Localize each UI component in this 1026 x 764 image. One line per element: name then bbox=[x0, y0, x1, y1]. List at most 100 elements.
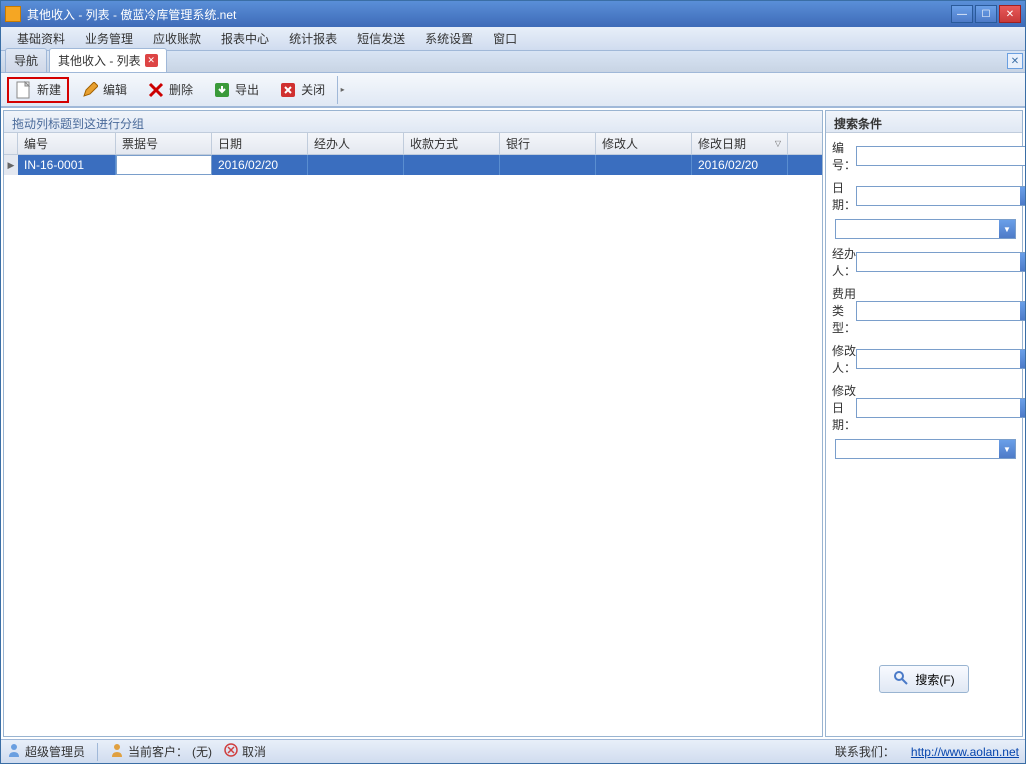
new-button[interactable]: 新建 bbox=[7, 77, 69, 103]
magnifier-icon bbox=[893, 670, 909, 689]
document-tabs: 导航 其他收入 - 列表 ✕ ✕ bbox=[1, 51, 1025, 73]
pencil-icon bbox=[81, 81, 99, 99]
export-icon bbox=[213, 81, 231, 99]
cell-date[interactable]: 2016/02/20 bbox=[212, 155, 308, 175]
maximize-button[interactable]: ☐ bbox=[975, 5, 997, 23]
cell-handler[interactable] bbox=[308, 155, 404, 175]
dropdown-icon[interactable]: ▼ bbox=[1020, 302, 1025, 320]
date-to-input[interactable] bbox=[836, 220, 999, 238]
close-label: 关闭 bbox=[301, 81, 325, 98]
dropdown-icon[interactable]: ▼ bbox=[1020, 253, 1025, 271]
close-tab-button[interactable]: 关闭 bbox=[271, 77, 333, 103]
grid-body[interactable]: ▶ IN-16-0001 2016/02/20 2016/02/20 bbox=[4, 155, 822, 736]
search-panel: 搜索条件 编号： 日期： ▼ ▼ 经办人： ▼ bbox=[825, 110, 1023, 737]
close-red-icon bbox=[279, 81, 297, 99]
dropdown-icon[interactable]: ▼ bbox=[999, 440, 1015, 458]
handler-input[interactable] bbox=[857, 253, 1020, 271]
search-moddate-from[interactable]: ▼ bbox=[856, 398, 1025, 418]
tab-navigation[interactable]: 导航 bbox=[5, 48, 47, 72]
delete-button[interactable]: 删除 bbox=[139, 77, 201, 103]
client-label: 当前客户： bbox=[128, 743, 188, 760]
moddate-to-input[interactable] bbox=[836, 440, 999, 458]
menu-stat-report[interactable]: 统计报表 bbox=[279, 27, 347, 50]
menu-basic-data[interactable]: 基础资料 bbox=[7, 27, 75, 50]
search-date-from[interactable]: ▼ bbox=[856, 186, 1025, 206]
col-modifier[interactable]: 修改人 bbox=[596, 133, 692, 154]
group-by-hint[interactable]: 拖动列标题到这进行分组 bbox=[4, 111, 822, 133]
cancel-icon bbox=[224, 743, 238, 760]
app-window: 其他收入 - 列表 - 傲蓝冷库管理系统.net — ☐ ✕ 基础资料 业务管理… bbox=[0, 0, 1026, 764]
col-billno[interactable]: 票据号 bbox=[116, 133, 212, 154]
cell-id[interactable]: IN-16-0001 bbox=[18, 155, 116, 175]
col-paymethod[interactable]: 收款方式 bbox=[404, 133, 500, 154]
row-indicator: ▶ bbox=[4, 155, 18, 175]
dropdown-icon[interactable]: ▼ bbox=[1020, 187, 1025, 205]
col-date[interactable]: 日期 bbox=[212, 133, 308, 154]
contact-link[interactable]: http://www.aolan.net bbox=[911, 745, 1019, 759]
menu-sms[interactable]: 短信发送 bbox=[347, 27, 415, 50]
client-icon bbox=[110, 743, 124, 760]
search-handler-combo[interactable]: ▼ bbox=[856, 252, 1025, 272]
label-search-date: 日期： bbox=[832, 179, 856, 213]
window-controls: — ☐ ✕ bbox=[951, 5, 1021, 23]
label-search-modifier: 修改人： bbox=[832, 342, 856, 376]
cell-moddate[interactable]: 2016/02/20 bbox=[692, 155, 788, 175]
cell-billno[interactable] bbox=[116, 155, 212, 175]
data-grid: 拖动列标题到这进行分组 编号 票据号 日期 经办人 收款方式 银行 修改人 修改… bbox=[3, 110, 823, 737]
dropdown-icon[interactable]: ▼ bbox=[1020, 350, 1025, 368]
window-title: 其他收入 - 列表 - 傲蓝冷库管理系统.net bbox=[27, 6, 951, 23]
cancel-client[interactable]: 取消 bbox=[224, 743, 266, 760]
col-id[interactable]: 编号 bbox=[18, 133, 116, 154]
search-id-input[interactable] bbox=[856, 146, 1025, 166]
search-button-label: 搜索(F) bbox=[915, 671, 954, 688]
close-icon[interactable]: ✕ bbox=[145, 54, 158, 67]
title-bar: 其他收入 - 列表 - 傲蓝冷库管理系统.net — ☐ ✕ bbox=[1, 1, 1025, 27]
cell-paymethod[interactable] bbox=[404, 155, 500, 175]
client-value: (无) bbox=[192, 743, 212, 760]
cell-modifier[interactable] bbox=[596, 155, 692, 175]
export-label: 导出 bbox=[235, 81, 259, 98]
delete-label: 删除 bbox=[169, 81, 193, 98]
table-row[interactable]: ▶ IN-16-0001 2016/02/20 2016/02/20 bbox=[4, 155, 822, 175]
minimize-button[interactable]: — bbox=[951, 5, 973, 23]
label-search-moddate: 修改日期： bbox=[832, 382, 856, 433]
toolbar-overflow[interactable]: ▸ bbox=[337, 76, 347, 104]
dropdown-icon[interactable]: ▼ bbox=[1020, 399, 1025, 417]
menu-window[interactable]: 窗口 bbox=[483, 27, 527, 50]
edit-button[interactable]: 编辑 bbox=[73, 77, 135, 103]
menu-report-center[interactable]: 报表中心 bbox=[211, 27, 279, 50]
tabstrip-close-button[interactable]: ✕ bbox=[1007, 53, 1023, 69]
new-label: 新建 bbox=[37, 81, 61, 98]
col-moddate[interactable]: 修改日期 bbox=[692, 133, 788, 154]
current-user: 超级管理员 bbox=[7, 743, 85, 760]
search-body: 编号： 日期： ▼ ▼ 经办人： ▼ 费用类型： ▼ bbox=[826, 133, 1022, 736]
tab-other-income-list[interactable]: 其他收入 - 列表 ✕ bbox=[49, 48, 167, 72]
search-modifier-combo[interactable]: ▼ bbox=[856, 349, 1025, 369]
col-handler[interactable]: 经办人 bbox=[308, 133, 404, 154]
search-date-to[interactable]: ▼ bbox=[835, 219, 1016, 239]
content-area: 拖动列标题到这进行分组 编号 票据号 日期 经办人 收款方式 银行 修改人 修改… bbox=[1, 107, 1025, 739]
label-search-feetype: 费用类型： bbox=[832, 285, 856, 336]
export-button[interactable]: 导出 bbox=[205, 77, 267, 103]
current-client: 当前客户： (无) bbox=[110, 743, 212, 760]
dropdown-icon[interactable]: ▼ bbox=[999, 220, 1015, 238]
col-bank[interactable]: 银行 bbox=[500, 133, 596, 154]
tab-label: 导航 bbox=[14, 52, 38, 69]
user-icon bbox=[7, 743, 21, 760]
cell-bank[interactable] bbox=[500, 155, 596, 175]
separator bbox=[97, 743, 98, 761]
delete-x-icon bbox=[147, 81, 165, 99]
menu-receivables[interactable]: 应收账款 bbox=[143, 27, 211, 50]
close-button[interactable]: ✕ bbox=[999, 5, 1021, 23]
search-feetype-combo[interactable]: ▼ bbox=[856, 301, 1025, 321]
search-moddate-to[interactable]: ▼ bbox=[835, 439, 1016, 459]
contact-label: 联系我们： bbox=[835, 743, 895, 760]
edit-label: 编辑 bbox=[103, 81, 127, 98]
moddate-from-input[interactable] bbox=[857, 399, 1020, 417]
search-button[interactable]: 搜索(F) bbox=[879, 665, 969, 693]
date-from-input[interactable] bbox=[857, 187, 1020, 205]
menu-business[interactable]: 业务管理 bbox=[75, 27, 143, 50]
menu-settings[interactable]: 系统设置 bbox=[415, 27, 483, 50]
modifier-input[interactable] bbox=[857, 350, 1020, 368]
feetype-input[interactable] bbox=[857, 302, 1020, 320]
